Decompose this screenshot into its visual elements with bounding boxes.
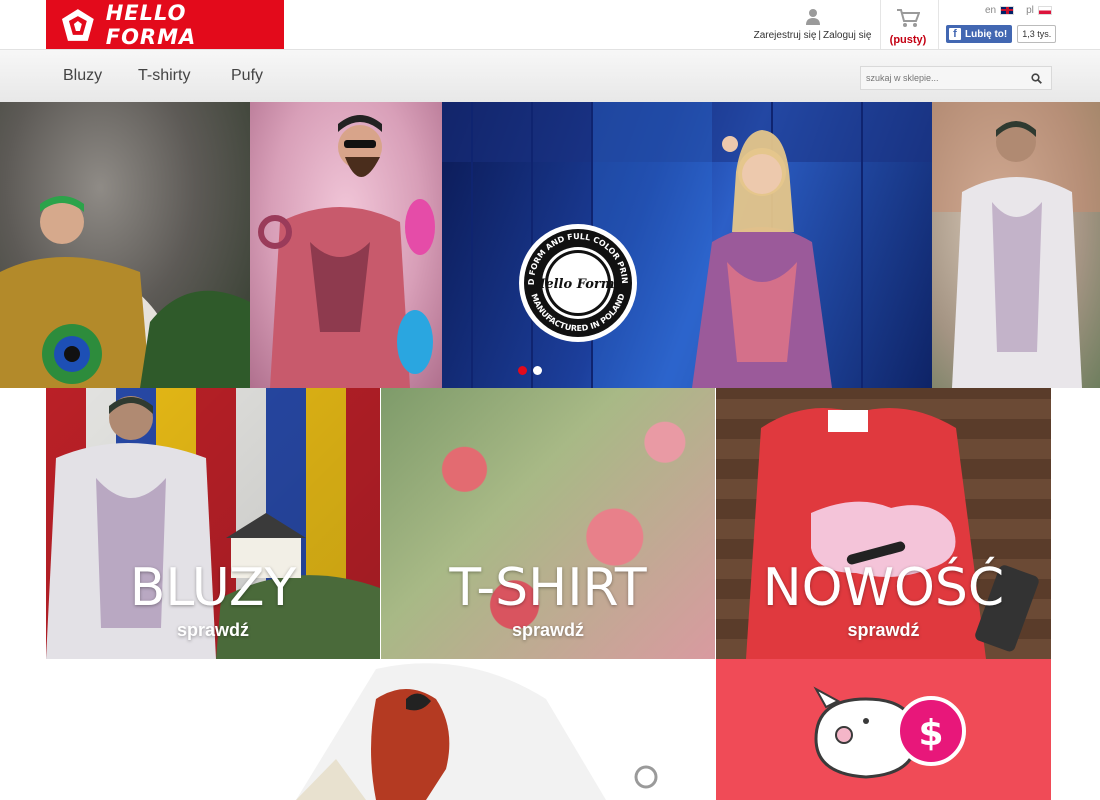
- main-nav: Bluzy T-shirty Pufy: [0, 49, 1100, 102]
- hero-photo-woman-blue-wall: GOOD FORM AND FULL COLOR PRINTING MANUFA…: [442, 102, 932, 388]
- category-tile-t-shirt[interactable]: T-SHIRT sprawdź: [381, 388, 715, 659]
- slider-dot-1[interactable]: [518, 366, 527, 375]
- search-box: [860, 66, 1052, 90]
- slider-dots: [518, 366, 542, 375]
- tile-title: T-SHIRT: [449, 558, 647, 618]
- user-icon[interactable]: [805, 8, 821, 26]
- category-tile-nowosc[interactable]: NOWOŚĆ sprawdź: [716, 388, 1051, 659]
- promo-piggy-bank[interactable]: $: [716, 659, 1051, 800]
- hero-photo-eye-sweatshirt: [0, 102, 250, 388]
- tile-subtitle: sprawdź: [176, 620, 250, 640]
- badge-center-text: Hello Forma: [532, 277, 623, 292]
- search-icon[interactable]: [1026, 68, 1046, 88]
- uk-flag-icon[interactable]: [1000, 6, 1015, 15]
- account-links: Zarejestruj się | Zaloguj się: [750, 8, 875, 41]
- hello-forma-badge: GOOD FORM AND FULL COLOR PRINTING MANUFA…: [517, 222, 637, 342]
- hero-photo-bearded-man: [250, 102, 442, 388]
- lang-pl-label[interactable]: pl: [1026, 5, 1034, 16]
- facebook-icon: f: [949, 28, 961, 40]
- login-link[interactable]: Zaloguj się: [823, 30, 871, 41]
- register-link[interactable]: Zarejestruj się: [754, 30, 817, 41]
- facebook-like-count: 1,3 tys.: [1017, 25, 1057, 43]
- search-input[interactable]: [861, 73, 1026, 83]
- tile-subtitle: sprawdź: [847, 620, 920, 640]
- cart-status: (pusty): [889, 34, 927, 46]
- logo-text: HELLO FORMA: [105, 0, 197, 49]
- divider: [880, 0, 881, 49]
- nav-item-bluzy[interactable]: Bluzy: [63, 67, 102, 85]
- facebook-like-label: Lubię to!: [965, 28, 1008, 40]
- logo[interactable]: HELLO FORMA: [46, 0, 284, 49]
- divider: [938, 0, 939, 49]
- facebook-like: f Lubię to! 1,3 tys.: [946, 25, 1057, 43]
- account-separator: |: [818, 30, 822, 41]
- language-switcher: en pl: [985, 5, 1055, 16]
- promo-parrot-pouf[interactable]: [46, 659, 716, 800]
- nav-item-t-shirty[interactable]: T-shirty: [138, 67, 190, 85]
- tile-subtitle: sprawdź: [511, 620, 585, 640]
- hero-slider[interactable]: GOOD FORM AND FULL COLOR PRINTING MANUFA…: [0, 102, 1100, 388]
- slider-dot-2[interactable]: [533, 366, 542, 375]
- tile-title: BLUZY: [129, 558, 297, 618]
- lang-en-label[interactable]: en: [985, 5, 996, 16]
- cart-icon: [897, 9, 920, 27]
- cart[interactable]: (pusty): [882, 8, 934, 48]
- site-header: HELLO FORMA Zarejestruj się | Zaloguj się …: [0, 0, 1100, 50]
- svg-text:$: $: [918, 713, 943, 754]
- poland-flag-icon[interactable]: [1037, 6, 1052, 15]
- nav-item-pufy[interactable]: Pufy: [231, 67, 263, 85]
- hero-photo-man-back: [932, 102, 1100, 388]
- logo-icon: [61, 8, 94, 41]
- facebook-like-button[interactable]: f Lubię to!: [946, 25, 1013, 43]
- tile-title: NOWOŚĆ: [762, 558, 1005, 618]
- category-tile-bluzy[interactable]: BLUZY sprawdź: [46, 388, 380, 659]
